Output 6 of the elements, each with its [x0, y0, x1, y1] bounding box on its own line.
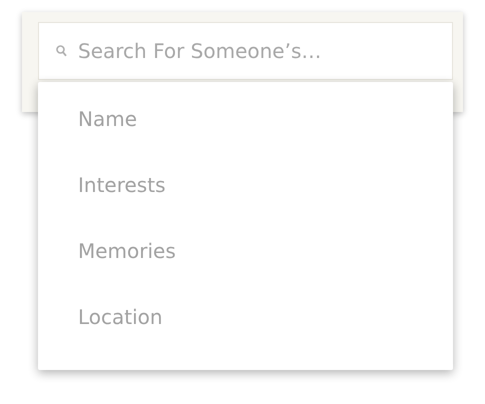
menu-item[interactable]: Location: [78, 304, 163, 330]
menu-item[interactable]: Memories: [78, 238, 176, 264]
search-field[interactable]: Search For Someone’s…: [38, 22, 453, 80]
menu-item[interactable]: Name: [78, 106, 138, 132]
menu-item[interactable]: Interests: [78, 172, 166, 198]
search-icon: [56, 45, 67, 57]
